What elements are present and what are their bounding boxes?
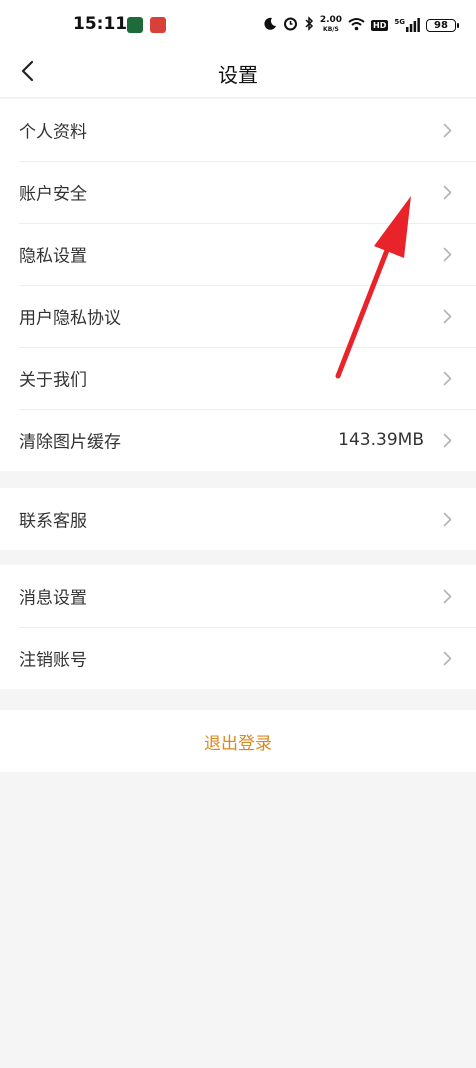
app-notification-icon [127,17,143,33]
hd-badge: HD [371,19,389,31]
chevron-right-icon [440,649,454,667]
wifi-icon [348,16,365,35]
chevron-right-icon [440,431,454,449]
chevron-right-icon [440,307,454,325]
logout-label: 退出登录 [204,733,272,754]
logout-button[interactable]: 退出登录 [0,710,476,772]
settings-item-label: 清除图片缓存 [19,432,121,453]
settings-item-label: 关于我们 [19,370,87,391]
status-bar: 15:11 2.00 KB/S HD 5G 98 [0,0,476,50]
settings-item-message-settings[interactable]: 消息设置 [0,565,476,627]
settings-item-about-us[interactable]: 关于我们 [0,347,476,409]
settings-item-privacy-agreement[interactable]: 用户隐私协议 [0,285,476,347]
settings-group-account: 个人资料 账户安全 隐私设置 用户隐私协议 关于我们 清除图片缓存 143.39… [0,99,476,471]
app-notification-icon [150,17,166,33]
network-speed: 2.00 KB/S [319,15,343,34]
settings-item-label: 个人资料 [19,122,87,143]
settings-item-label: 账户安全 [19,184,87,205]
page-title: 设置 [218,63,258,87]
chevron-right-icon [440,183,454,201]
settings-item-delete-account[interactable]: 注销账号 [0,627,476,689]
settings-item-label: 用户隐私协议 [19,308,121,329]
settings-item-label: 联系客服 [19,511,87,532]
chevron-right-icon [440,587,454,605]
header: 设置 [0,50,476,98]
battery-indicator: 98 [426,18,459,32]
settings-item-clear-cache[interactable]: 清除图片缓存 143.39MB [0,409,476,471]
moon-icon [263,16,277,35]
chevron-right-icon [440,510,454,528]
cache-size-value: 143.39MB [338,430,424,450]
status-indicators: 2.00 KB/S HD 5G 98 [263,12,459,38]
chevron-right-icon [440,245,454,263]
settings-item-label: 注销账号 [19,650,87,671]
settings-item-profile[interactable]: 个人资料 [0,99,476,161]
settings-item-contact-support[interactable]: 联系客服 [0,488,476,550]
settings-item-account-security[interactable]: 账户安全 [0,161,476,223]
chevron-right-icon [440,369,454,387]
settings-item-label: 消息设置 [19,588,87,609]
settings-item-privacy-settings[interactable]: 隐私设置 [0,223,476,285]
status-time: 15:11 [73,14,128,34]
settings-group-other: 消息设置 注销账号 [0,565,476,689]
alarm-icon [283,16,298,35]
settings-item-label: 隐私设置 [19,246,87,267]
chevron-right-icon [440,121,454,139]
bluetooth-icon [304,15,314,35]
settings-group-support: 联系客服 [0,488,476,550]
signal-icon: 5G [394,18,420,32]
